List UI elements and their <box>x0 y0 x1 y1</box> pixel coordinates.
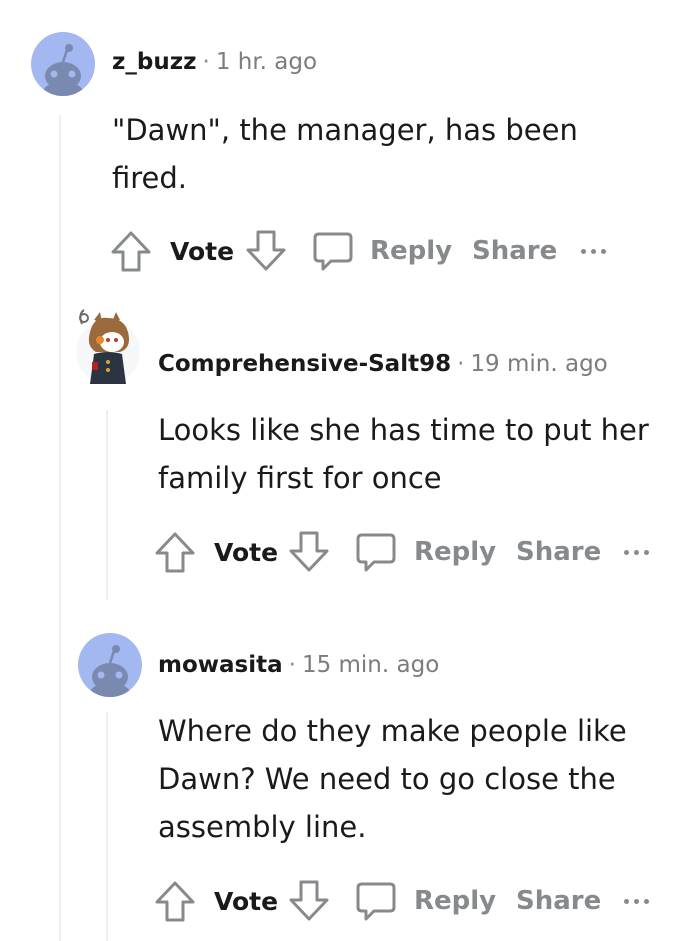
thread-line-reply-2[interactable] <box>106 712 108 941</box>
more-options-icon <box>634 898 639 904</box>
upvote-button[interactable] <box>108 229 154 273</box>
reply-button[interactable]: Reply <box>354 530 496 574</box>
more-options-button[interactable] <box>581 229 606 273</box>
reply-button[interactable]: Reply <box>311 229 452 273</box>
vote-count: Vote <box>214 537 279 567</box>
downvote-button[interactable] <box>243 229 289 273</box>
comment-bubble-icon <box>356 882 396 921</box>
comment-body: Looks like she has time to put her famil… <box>158 406 649 502</box>
snoo-avatar-icon <box>90 645 130 697</box>
more-options-icon <box>634 549 639 555</box>
more-options-button[interactable] <box>624 879 649 923</box>
comment-body: "Dawn", the manager, has been fired. <box>112 106 578 202</box>
thread-line-main[interactable] <box>59 115 61 941</box>
username[interactable]: mowasita <box>158 652 283 678</box>
avatar[interactable] <box>78 633 142 697</box>
timestamp[interactable]: 15 min. ago <box>302 652 439 678</box>
share-button[interactable]: Share <box>516 879 601 923</box>
downvote-button[interactable] <box>286 530 332 574</box>
comment-meta: z_buzz · 1 hr. ago <box>112 49 317 75</box>
more-options-icon <box>581 248 586 254</box>
more-options-button[interactable] <box>624 530 649 574</box>
comment-line: assembly line. <box>158 810 367 844</box>
vote-count: Vote <box>214 886 279 916</box>
comment-line: Looks like she has time to put her <box>158 413 649 447</box>
upvote-icon <box>155 881 195 922</box>
downvote-button[interactable] <box>286 879 332 923</box>
comment-meta: mowasita · 15 min. ago <box>158 652 439 678</box>
downvote-icon <box>289 531 329 572</box>
share-button[interactable]: Share <box>472 229 557 273</box>
snoo-avatar-icon <box>76 309 140 384</box>
avatar[interactable] <box>31 32 95 96</box>
share-button[interactable]: Share <box>516 530 601 574</box>
username[interactable]: Comprehensive-Salt98 <box>158 351 451 377</box>
snoo-avatar-icon <box>43 44 83 96</box>
meta-separator: · <box>457 351 465 377</box>
more-options-icon <box>624 898 629 904</box>
meta-separator: · <box>202 49 210 75</box>
upvote-button[interactable] <box>152 879 198 923</box>
comment-line: Where do they make people like <box>158 714 627 748</box>
upvote-button[interactable] <box>152 530 198 574</box>
comment-line: Dawn? We need to go close the <box>158 762 616 796</box>
more-options-icon <box>624 549 629 555</box>
comment-meta: Comprehensive-Salt98 · 19 min. ago <box>158 351 608 377</box>
reply-label: Reply <box>414 886 497 916</box>
vote-count: Vote <box>170 236 235 266</box>
more-options-icon <box>601 248 606 254</box>
comment-line: "Dawn", the manager, has been <box>112 113 578 147</box>
reply-label: Reply <box>370 236 453 266</box>
reply-label: Reply <box>414 537 497 567</box>
upvote-icon <box>111 231 151 272</box>
thread-line-reply-1[interactable] <box>106 410 108 600</box>
username[interactable]: z_buzz <box>112 49 197 75</box>
downvote-icon <box>246 230 286 271</box>
avatar[interactable] <box>72 306 144 386</box>
timestamp[interactable]: 1 hr. ago <box>216 49 317 75</box>
comment-line: family first for once <box>158 461 442 495</box>
downvote-icon <box>289 880 329 921</box>
comment-body: Where do they make people like Dawn? We … <box>158 707 627 851</box>
comment-bubble-icon <box>356 533 396 572</box>
upvote-icon <box>155 532 195 573</box>
comment-bubble-icon <box>313 232 353 271</box>
more-options-icon <box>644 898 649 904</box>
timestamp[interactable]: 19 min. ago <box>470 351 607 377</box>
reply-button[interactable]: Reply <box>354 879 496 923</box>
more-options-icon <box>591 248 596 254</box>
more-options-icon <box>644 549 649 555</box>
meta-separator: · <box>288 652 296 678</box>
comment-line: fired. <box>112 161 188 195</box>
